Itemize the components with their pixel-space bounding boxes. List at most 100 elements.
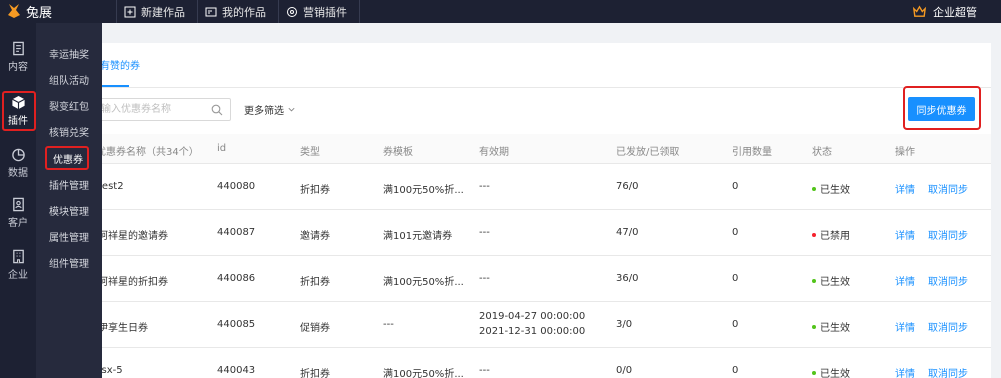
tab-divider xyxy=(102,87,991,88)
table-row: test2 440080 折扣券 满100元50%折... --- 76/0 0… xyxy=(98,164,991,210)
coupon-search-input[interactable] xyxy=(101,99,206,120)
status-dot-icon xyxy=(812,370,816,375)
cancel-sync-link[interactable]: 取消同步 xyxy=(928,319,968,334)
app-logo[interactable]: 兔展 xyxy=(6,2,53,21)
marketing-plugins-button[interactable]: 营销插件 xyxy=(279,0,360,23)
my-works-button[interactable]: 我的作品 xyxy=(198,0,279,23)
coupon-template: 满100元50%折... xyxy=(383,369,464,378)
table-row: fsx-5 440043 折扣券 满100元50%折... --- 0/0 0 … xyxy=(98,348,991,378)
coupon-name: 柯祥星的邀请券 xyxy=(98,231,168,242)
coupon-issued: 47/0 xyxy=(616,227,639,238)
column-header-actions: 操作 xyxy=(895,147,915,158)
search-icon[interactable] xyxy=(211,104,223,116)
coupon-search-box[interactable] xyxy=(100,98,231,121)
submenu-item-label: 属性管理 xyxy=(49,232,89,244)
coupon-refs: 0 xyxy=(732,365,739,376)
status-text: 已生效 xyxy=(820,277,850,288)
coupon-issued: 3/0 xyxy=(616,319,633,330)
cancel-sync-link[interactable]: 取消同步 xyxy=(928,273,968,288)
sidebar-item-customers-label: 客户 xyxy=(8,218,28,229)
coupon-validity: --- xyxy=(479,273,490,284)
column-header-refs: 引用数量 xyxy=(732,147,772,158)
user-menu[interactable]: 企业超管 xyxy=(912,0,977,23)
submenu-item-label: 幸运抽奖 xyxy=(49,49,89,61)
sidebar-item-data[interactable]: 数据 xyxy=(0,143,36,183)
submenu-item-plugin-manage[interactable]: 插件管理 xyxy=(36,171,102,197)
submenu-item-team-activity[interactable]: 组队活动 xyxy=(36,66,102,92)
coupon-template: 满101元邀请券 xyxy=(383,231,453,242)
coupon-validity: --- xyxy=(479,227,490,238)
submenu-item-module-manage[interactable]: 模块管理 xyxy=(36,197,102,223)
sidebar-item-plugins[interactable]: 插件 xyxy=(0,91,36,131)
coupon-id: 440087 xyxy=(217,227,256,238)
cancel-sync-link[interactable]: 取消同步 xyxy=(928,181,968,196)
coupon-refs: 0 xyxy=(732,181,739,192)
submenu-item-fission-redpacket[interactable]: 裂变红包 xyxy=(36,92,102,118)
coupon-id: 440080 xyxy=(217,181,256,192)
status-dot-icon xyxy=(812,278,816,283)
coupon-validity-end: 2021-12-31 00:00:00 xyxy=(479,326,586,337)
sidebar-item-content[interactable]: 内容 xyxy=(0,37,36,77)
detail-link[interactable]: 详情 xyxy=(895,181,915,196)
table-row: 伊享生日券 440085 促销券 --- 2019-04-27 00:00:00… xyxy=(98,302,991,348)
coupon-type: 折扣券 xyxy=(300,185,330,196)
user-label: 企业超管 xyxy=(933,5,977,19)
coupon-id: 440043 xyxy=(217,365,256,376)
submenu-item-label: 组队活动 xyxy=(49,75,89,87)
table-header: 优惠券名称（共34个） id 类型 券模板 有效期 已发放/已领取 引用数量 状… xyxy=(96,134,991,164)
sidebar-item-content-label: 内容 xyxy=(8,62,28,73)
coupon-validity: --- xyxy=(479,365,490,376)
pie-chart-icon xyxy=(11,148,25,162)
coupon-type: 促销券 xyxy=(300,323,330,334)
status-text: 已生效 xyxy=(820,369,850,378)
sync-coupons-button[interactable]: 同步优惠券 xyxy=(908,97,975,121)
submenu-item-label: 组件管理 xyxy=(49,258,89,270)
new-work-label: 新建作品 xyxy=(141,5,185,19)
status-dot-icon xyxy=(812,232,816,237)
status-text: 已禁用 xyxy=(820,231,850,242)
submenu-item-label: 裂变红包 xyxy=(49,101,89,113)
tab-youzan-coupons[interactable]: 有赞的券 xyxy=(100,57,140,72)
cancel-sync-link[interactable]: 取消同步 xyxy=(928,227,968,242)
building-icon xyxy=(12,249,24,264)
coupon-type: 折扣券 xyxy=(300,277,330,288)
status-badge: 已生效 xyxy=(812,365,850,378)
submenu-item-redeem[interactable]: 核销兑奖 xyxy=(36,118,102,144)
coupon-issued: 36/0 xyxy=(616,273,639,284)
more-filters-toggle[interactable]: 更多筛选 xyxy=(244,102,296,117)
coupon-refs: 0 xyxy=(732,273,739,284)
top-nav: 新建作品 我的作品 营销插件 xyxy=(116,0,360,23)
contact-card-icon xyxy=(12,197,24,212)
coupon-type: 折扣券 xyxy=(300,369,330,378)
coupon-name: 伊享生日券 xyxy=(98,323,148,334)
column-header-type: 类型 xyxy=(300,147,320,158)
coupon-validity-start: 2019-04-27 00:00:00 xyxy=(479,311,586,322)
sidebar-item-enterprise[interactable]: 企业 xyxy=(0,245,36,285)
coupon-template: --- xyxy=(383,319,394,330)
submenu-item-coupons[interactable]: 优惠券 xyxy=(36,145,102,171)
sidebar-item-customers[interactable]: 客户 xyxy=(0,193,36,233)
detail-link[interactable]: 详情 xyxy=(895,227,915,242)
new-work-button[interactable]: 新建作品 xyxy=(116,0,198,23)
detail-link[interactable]: 详情 xyxy=(895,365,915,378)
coupon-type: 邀请券 xyxy=(300,231,330,242)
coupon-issued: 0/0 xyxy=(616,365,633,376)
detail-link[interactable]: 详情 xyxy=(895,319,915,334)
submenu-item-label: 插件管理 xyxy=(49,180,89,192)
submenu-item-attribute-manage[interactable]: 属性管理 xyxy=(36,223,102,249)
cancel-sync-link[interactable]: 取消同步 xyxy=(928,365,968,378)
submenu-item-label: 优惠券 xyxy=(53,154,83,166)
chevron-down-icon xyxy=(288,107,295,112)
submenu-item-lucky-draw[interactable]: 幸运抽奖 xyxy=(36,40,102,66)
coupon-name: 柯祥星的折扣券 xyxy=(98,277,168,288)
coupon-id: 440086 xyxy=(217,273,256,284)
coupon-refs: 0 xyxy=(732,227,739,238)
document-icon xyxy=(12,41,24,56)
submenu-item-component-manage[interactable]: 组件管理 xyxy=(36,249,102,275)
detail-link[interactable]: 详情 xyxy=(895,273,915,288)
logo-text: 兔展 xyxy=(26,5,53,21)
status-text: 已生效 xyxy=(820,323,850,334)
status-badge: 已生效 xyxy=(812,181,850,196)
status-badge: 已生效 xyxy=(812,319,850,334)
gear-icon xyxy=(287,6,297,17)
